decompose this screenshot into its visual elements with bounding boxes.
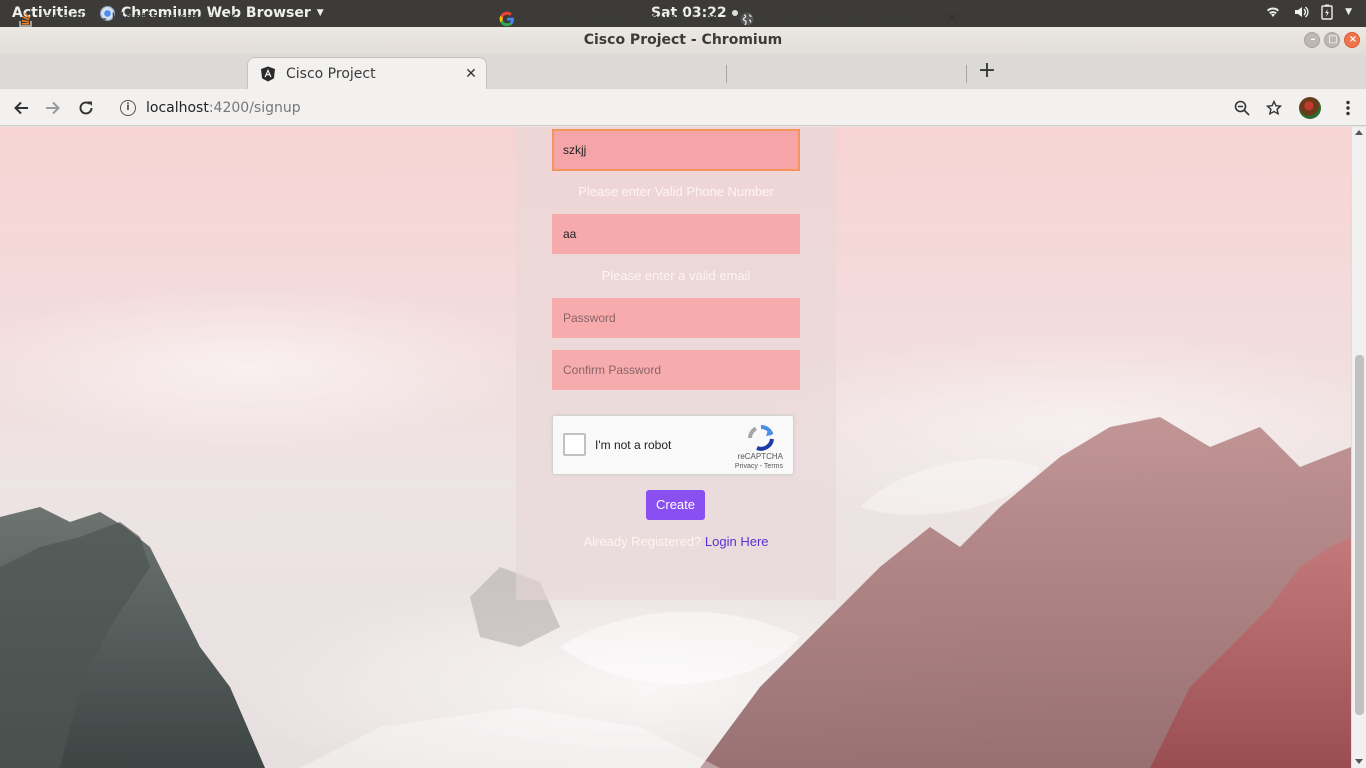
forward-button[interactable] xyxy=(42,97,64,119)
create-button[interactable]: Create xyxy=(646,490,705,520)
scroll-up-icon[interactable] xyxy=(1355,130,1363,135)
recaptcha-brand: reCAPTCHA xyxy=(737,452,783,461)
recaptcha-checkbox[interactable] xyxy=(563,433,586,456)
email-value: aa xyxy=(563,227,577,241)
close-tab-icon[interactable]: ✕ xyxy=(460,66,482,82)
tab-separator xyxy=(726,65,727,83)
recaptcha-links[interactable]: Privacy - Terms xyxy=(735,463,783,470)
star-icon xyxy=(1266,99,1282,115)
new-tab-button[interactable]: + xyxy=(976,59,998,83)
phone-field[interactable]: szkjj xyxy=(552,129,800,171)
close-tab-icon[interactable]: ✕ xyxy=(941,11,963,27)
scroll-down-icon[interactable] xyxy=(1355,759,1363,764)
reload-button[interactable] xyxy=(75,97,97,119)
address-bar[interactable]: i localhost:4200/signup xyxy=(112,94,1262,121)
url-host: localhost xyxy=(146,99,209,116)
maximize-button[interactable]: □ xyxy=(1324,32,1340,48)
zoom-button[interactable] xyxy=(1226,100,1258,116)
avatar xyxy=(1299,96,1321,119)
already-registered-text: Already Registered? xyxy=(583,534,702,549)
confirm-password-placeholder: Confirm Password xyxy=(563,363,662,377)
recaptcha-icon xyxy=(748,424,774,451)
back-button[interactable] xyxy=(10,97,32,119)
angular-icon xyxy=(260,66,276,82)
stackoverflow-icon xyxy=(18,11,34,27)
phone-error: Please enter Valid Phone Number xyxy=(578,184,774,199)
more-vert-icon xyxy=(1346,100,1350,115)
bookmark-button[interactable] xyxy=(1258,99,1290,116)
chevron-down-icon: ▼ xyxy=(316,8,324,18)
tab-photo[interactable]: photo-1552837418-bf0be ✕ xyxy=(727,3,967,35)
tab-label: photo-1552837418-bf0be xyxy=(765,11,941,27)
tab-separator xyxy=(966,65,967,83)
chevron-down-icon: ▼ xyxy=(1345,7,1352,17)
toolbar-actions xyxy=(1226,89,1366,126)
login-link[interactable]: Login Here xyxy=(705,534,769,549)
tab-angular-identifier[interactable]: angular - Identifier refers ✕ xyxy=(6,3,246,35)
page-scrollbar[interactable] xyxy=(1351,127,1366,768)
password-field[interactable]: Password xyxy=(552,298,800,338)
email-field[interactable]: aa xyxy=(552,214,800,254)
confirm-password-field[interactable]: Confirm Password xyxy=(552,350,800,390)
wifi-icon xyxy=(1267,7,1280,17)
close-window-button[interactable]: × xyxy=(1344,32,1360,48)
arrow-right-icon xyxy=(46,101,60,115)
zoom-out-icon xyxy=(1234,100,1250,116)
scrollbar-thumb[interactable] xyxy=(1355,355,1364,715)
login-prompt: Already Registered? Login Here xyxy=(516,534,836,549)
google-icon xyxy=(499,11,515,27)
signup-card: szkjj Please enter Valid Phone Number aa… xyxy=(516,127,836,600)
email-error: Please enter a valid email xyxy=(601,268,751,283)
info-icon[interactable]: i xyxy=(120,99,136,116)
minimize-button[interactable]: – xyxy=(1304,32,1320,48)
tab-minimalist-background[interactable]: minimalist background pa ✕ xyxy=(487,3,727,35)
system-tray[interactable]: ▼ xyxy=(1265,4,1352,20)
tab-label: angular - Identifier refers xyxy=(44,11,220,27)
menu-button[interactable] xyxy=(1330,100,1366,116)
globe-icon xyxy=(739,11,755,27)
tab-label: minimalist background pa xyxy=(525,11,701,27)
battery-icon xyxy=(1321,4,1333,20)
url-path: :4200/signup xyxy=(208,99,301,116)
tab-strip xyxy=(0,54,1366,89)
recaptcha-widget: I'm not a robot reCAPTCHA Privacy - Term… xyxy=(552,415,794,475)
profile-button[interactable] xyxy=(1290,96,1330,119)
tab-label: Cisco Project xyxy=(286,66,376,82)
tab-cisco-project[interactable]: Cisco Project ✕ xyxy=(247,57,487,90)
phone-value: szkjj xyxy=(563,143,587,157)
recaptcha-label: I'm not a robot xyxy=(595,438,672,452)
window-controls: – □ × xyxy=(1304,32,1360,48)
reload-icon xyxy=(79,101,93,115)
close-tab-icon[interactable]: ✕ xyxy=(220,11,242,27)
close-tab-icon[interactable]: ✕ xyxy=(701,11,723,27)
browser-toolbar: i localhost:4200/signup xyxy=(0,89,1366,126)
password-placeholder: Password xyxy=(563,311,616,325)
volume-icon xyxy=(1295,6,1309,18)
arrow-left-icon xyxy=(14,101,28,115)
